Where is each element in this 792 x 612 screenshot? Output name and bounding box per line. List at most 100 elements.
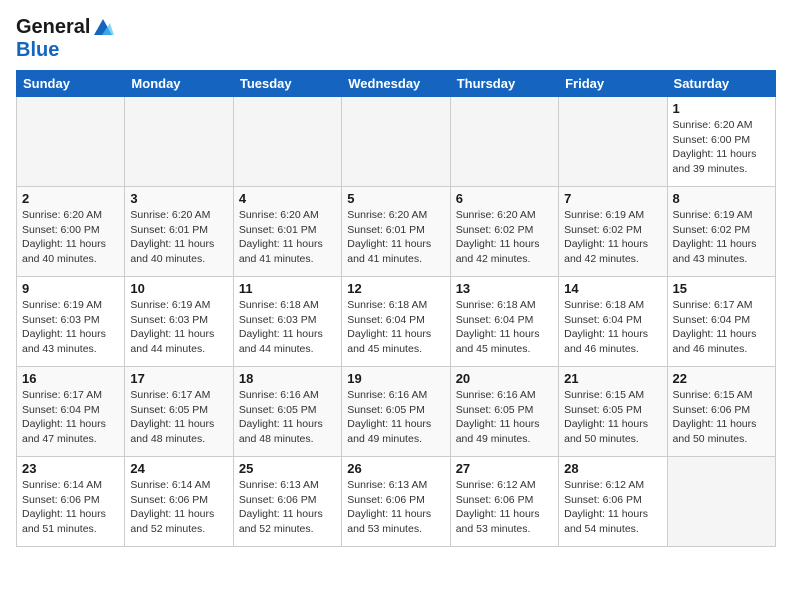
calendar-cell: 17Sunrise: 6:17 AMSunset: 6:05 PMDayligh…	[125, 367, 233, 457]
day-info: Sunrise: 6:18 AMSunset: 6:04 PMDaylight:…	[564, 298, 661, 357]
day-info: Sunrise: 6:17 AMSunset: 6:04 PMDaylight:…	[22, 388, 119, 447]
logo-line2: Blue	[16, 39, 114, 62]
day-number: 22	[673, 371, 770, 386]
day-number: 20	[456, 371, 553, 386]
column-header-wednesday: Wednesday	[342, 71, 450, 97]
day-info: Sunrise: 6:13 AMSunset: 6:06 PMDaylight:…	[239, 478, 336, 537]
calendar-week-row: 16 Sunrise: 6:17 AMSunset: 6:04 PMDayligh…	[17, 367, 776, 457]
logo: General Blue	[16, 16, 114, 62]
day-number: 24	[130, 461, 227, 476]
day-info: Sunrise: 6:19 AMSunset: 6:03 PMDaylight:…	[22, 298, 119, 357]
day-info: Sunrise: 6:14 AMSunset: 6:06 PMDaylight:…	[22, 478, 119, 537]
day-info: Sunrise: 6:18 AMSunset: 6:04 PMDaylight:…	[456, 298, 553, 357]
calendar-cell	[667, 457, 775, 547]
day-number: 26	[347, 461, 444, 476]
calendar-cell: 6 Sunrise: 6:20 AMSunset: 6:02 PMDaylight…	[450, 187, 558, 277]
calendar-cell: 3 Sunrise: 6:20 AMSunset: 6:01 PMDaylight…	[125, 187, 233, 277]
day-info: Sunrise: 6:20 AMSunset: 6:01 PMDaylight:…	[347, 208, 444, 267]
calendar-cell: 11 Sunrise: 6:18 AMSunset: 6:03 PMDayligh…	[233, 277, 341, 367]
day-number: 4	[239, 191, 336, 206]
day-info: Sunrise: 6:15 AMSunset: 6:05 PMDaylight:…	[564, 388, 661, 447]
calendar-cell: 5 Sunrise: 6:20 AMSunset: 6:01 PMDaylight…	[342, 187, 450, 277]
calendar-cell	[233, 97, 341, 187]
day-info: Sunrise: 6:13 AMSunset: 6:06 PMDaylight:…	[347, 478, 444, 537]
calendar-cell: 24 Sunrise: 6:14 AMSunset: 6:06 PMDayligh…	[125, 457, 233, 547]
day-number: 7	[564, 191, 661, 206]
calendar-cell: 21 Sunrise: 6:15 AMSunset: 6:05 PMDayligh…	[559, 367, 667, 457]
day-info: Sunrise: 6:15 AMSunset: 6:06 PMDaylight:…	[673, 388, 770, 447]
day-info: Sunrise: 6:17 AMSunset: 6:04 PMDaylight:…	[673, 298, 770, 357]
calendar-cell: 8 Sunrise: 6:19 AMSunset: 6:02 PMDaylight…	[667, 187, 775, 277]
calendar-cell: 18 Sunrise: 6:16 AMSunset: 6:05 PMDayligh…	[233, 367, 341, 457]
day-number: 10	[130, 281, 227, 296]
calendar-cell: 22 Sunrise: 6:15 AMSunset: 6:06 PMDayligh…	[667, 367, 775, 457]
day-number: 12	[347, 281, 444, 296]
day-info: Sunrise: 6:20 AMSunset: 6:00 PMDaylight:…	[673, 118, 770, 177]
day-info: Sunrise: 6:20 AMSunset: 6:02 PMDaylight:…	[456, 208, 553, 267]
day-info: Sunrise: 6:12 AMSunset: 6:06 PMDaylight:…	[564, 478, 661, 537]
day-info: Sunrise: 6:19 AMSunset: 6:02 PMDaylight:…	[673, 208, 770, 267]
day-info: Sunrise: 6:20 AMSunset: 6:01 PMDaylight:…	[130, 208, 227, 267]
calendar-header-row: SundayMondayTuesdayWednesdayThursdayFrid…	[17, 71, 776, 97]
calendar-cell	[342, 97, 450, 187]
day-info: Sunrise: 6:18 AMSunset: 6:04 PMDaylight:…	[347, 298, 444, 357]
calendar-cell: 23 Sunrise: 6:14 AMSunset: 6:06 PMDayligh…	[17, 457, 125, 547]
day-number: 15	[673, 281, 770, 296]
calendar-table: SundayMondayTuesdayWednesdayThursdayFrid…	[16, 70, 776, 547]
calendar-cell	[125, 97, 233, 187]
day-number: 2	[22, 191, 119, 206]
day-info: Sunrise: 6:20 AMSunset: 6:01 PMDaylight:…	[239, 208, 336, 267]
calendar-cell	[559, 97, 667, 187]
day-number: 19	[347, 371, 444, 386]
calendar-cell: 12 Sunrise: 6:18 AMSunset: 6:04 PMDayligh…	[342, 277, 450, 367]
calendar-cell: 19 Sunrise: 6:16 AMSunset: 6:05 PMDayligh…	[342, 367, 450, 457]
calendar-cell: 15 Sunrise: 6:17 AMSunset: 6:04 PMDayligh…	[667, 277, 775, 367]
column-header-sunday: Sunday	[17, 71, 125, 97]
calendar-cell: 9 Sunrise: 6:19 AMSunset: 6:03 PMDaylight…	[17, 277, 125, 367]
day-info: Sunrise: 6:14 AMSunset: 6:06 PMDaylight:…	[130, 478, 227, 537]
day-info: Sunrise: 6:16 AMSunset: 6:05 PMDaylight:…	[456, 388, 553, 447]
day-number: 16	[22, 371, 119, 386]
day-info: Sunrise: 6:12 AMSunset: 6:06 PMDaylight:…	[456, 478, 553, 537]
day-number: 6	[456, 191, 553, 206]
calendar-cell: 20 Sunrise: 6:16 AMSunset: 6:05 PMDayligh…	[450, 367, 558, 457]
day-number: 17	[130, 371, 227, 386]
day-info: Sunrise: 6:16 AMSunset: 6:05 PMDaylight:…	[239, 388, 336, 447]
day-number: 8	[673, 191, 770, 206]
calendar-cell: 16 Sunrise: 6:17 AMSunset: 6:04 PMDayligh…	[17, 367, 125, 457]
column-header-monday: Monday	[125, 71, 233, 97]
calendar-cell: 27 Sunrise: 6:12 AMSunset: 6:06 PMDayligh…	[450, 457, 558, 547]
calendar-cell: 4 Sunrise: 6:20 AMSunset: 6:01 PMDaylight…	[233, 187, 341, 277]
calendar-cell: 25Sunrise: 6:13 AMSunset: 6:06 PMDayligh…	[233, 457, 341, 547]
calendar-week-row: 23 Sunrise: 6:14 AMSunset: 6:06 PMDayligh…	[17, 457, 776, 547]
day-number: 23	[22, 461, 119, 476]
calendar-cell: 7 Sunrise: 6:19 AMSunset: 6:02 PMDaylight…	[559, 187, 667, 277]
day-info: Sunrise: 6:19 AMSunset: 6:03 PMDaylight:…	[130, 298, 227, 357]
column-header-tuesday: Tuesday	[233, 71, 341, 97]
day-number: 14	[564, 281, 661, 296]
day-number: 27	[456, 461, 553, 476]
calendar-week-row: 1 Sunrise: 6:20 AMSunset: 6:00 PMDaylight…	[17, 97, 776, 187]
calendar-cell: 10 Sunrise: 6:19 AMSunset: 6:03 PMDayligh…	[125, 277, 233, 367]
day-info: Sunrise: 6:16 AMSunset: 6:05 PMDaylight:…	[347, 388, 444, 447]
calendar-cell: 14 Sunrise: 6:18 AMSunset: 6:04 PMDayligh…	[559, 277, 667, 367]
calendar-cell: 13 Sunrise: 6:18 AMSunset: 6:04 PMDayligh…	[450, 277, 558, 367]
calendar-week-row: 2 Sunrise: 6:20 AMSunset: 6:00 PMDaylight…	[17, 187, 776, 277]
day-info: Sunrise: 6:18 AMSunset: 6:03 PMDaylight:…	[239, 298, 336, 357]
day-number: 28	[564, 461, 661, 476]
day-number: 3	[130, 191, 227, 206]
day-number: 21	[564, 371, 661, 386]
day-number: 5	[347, 191, 444, 206]
column-header-saturday: Saturday	[667, 71, 775, 97]
day-number: 1	[673, 101, 770, 116]
day-number: 11	[239, 281, 336, 296]
logo-line1: General	[16, 16, 114, 39]
day-number: 18	[239, 371, 336, 386]
day-info: Sunrise: 6:19 AMSunset: 6:02 PMDaylight:…	[564, 208, 661, 267]
column-header-friday: Friday	[559, 71, 667, 97]
day-number: 13	[456, 281, 553, 296]
calendar-cell: 2 Sunrise: 6:20 AMSunset: 6:00 PMDaylight…	[17, 187, 125, 277]
day-number: 9	[22, 281, 119, 296]
calendar-cell: 26 Sunrise: 6:13 AMSunset: 6:06 PMDayligh…	[342, 457, 450, 547]
day-info: Sunrise: 6:20 AMSunset: 6:00 PMDaylight:…	[22, 208, 119, 267]
